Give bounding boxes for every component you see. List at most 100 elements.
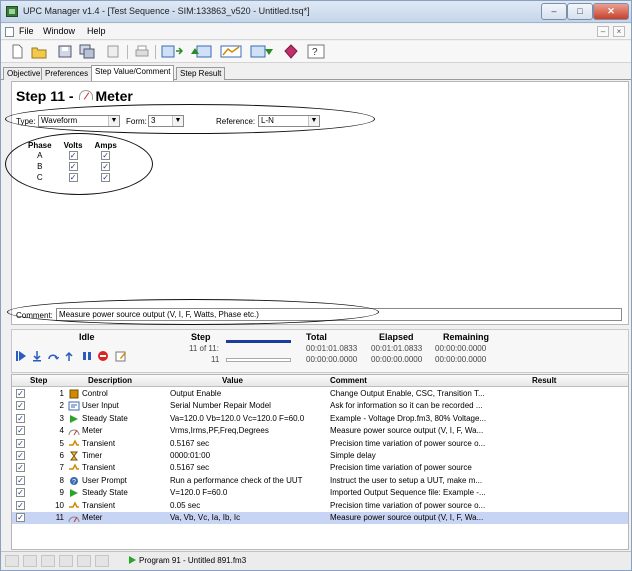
row-step-number: 10 bbox=[55, 500, 64, 510]
close-button[interactable]: ✕ bbox=[593, 3, 629, 20]
step-down-icon[interactable] bbox=[249, 44, 273, 59]
toolbar-separator bbox=[155, 45, 156, 59]
volts-checkbox[interactable]: ✓ bbox=[68, 173, 78, 182]
save-icon[interactable] bbox=[57, 44, 73, 59]
total-header: Total bbox=[306, 332, 327, 342]
volts-checkbox[interactable]: ✓ bbox=[68, 151, 78, 160]
step-over-icon[interactable] bbox=[47, 350, 59, 362]
table-row[interactable]: ✓ 9 Steady State V=120.0 F=60.0 Imported Out… bbox=[12, 487, 628, 499]
row-enabled-checkbox[interactable]: ✓ bbox=[16, 475, 25, 485]
row-enabled-checkbox[interactable]: ✓ bbox=[16, 426, 25, 436]
row-enabled-checkbox[interactable]: ✓ bbox=[16, 401, 25, 411]
type-dropdown[interactable]: Waveform ▼ bbox=[38, 115, 120, 127]
table-row[interactable]: ✓ 10 Transient 0.05 sec Precision time varia… bbox=[12, 500, 628, 512]
row-step-number: 4 bbox=[59, 426, 64, 436]
remaining-time-1: 00:00:00.0000 bbox=[435, 344, 487, 353]
insert-step-icon[interactable] bbox=[161, 44, 183, 59]
menu-file[interactable]: File bbox=[19, 26, 34, 36]
tab-step-result[interactable]: Step Result bbox=[176, 67, 226, 80]
properties-icon[interactable] bbox=[105, 44, 121, 59]
chart-icon[interactable] bbox=[219, 44, 243, 59]
phase-table: Phase Volts Amps A ✓ ✓ B ✓ ✓ C ✓ ✓ bbox=[22, 140, 123, 183]
open-folder-icon[interactable] bbox=[31, 44, 47, 59]
row-step-number: 11 bbox=[55, 513, 64, 522]
run-state: Idle bbox=[79, 332, 95, 342]
col-step: Step bbox=[30, 376, 48, 385]
table-row[interactable]: ✓ 11 Meter Va, Vb, Vc, Ia, Ib, Ic Measure po… bbox=[12, 512, 628, 524]
mdi-minimize-button[interactable]: – bbox=[597, 26, 609, 37]
row-comment: Measure power source output (V, I, F, Wa… bbox=[330, 513, 484, 522]
title-bar: UPC Manager v1.4 - [Test Sequence - SIM:… bbox=[1, 1, 631, 23]
step-current: 11 bbox=[211, 355, 220, 364]
amps-checkbox[interactable]: ✓ bbox=[101, 162, 111, 171]
tab-step-value-comment[interactable]: Step Value/Comment bbox=[91, 65, 175, 81]
table-row[interactable]: ✓ 6 Timer 0000:01:00 Simple delay bbox=[12, 450, 628, 462]
row-step-number: 5 bbox=[59, 438, 64, 448]
table-row[interactable]: ✓ 4 Meter Vrms,Irms,PF,Freq,Degrees Measure … bbox=[12, 425, 628, 437]
menu-help[interactable]: Help bbox=[87, 26, 106, 36]
row-enabled-checkbox[interactable]: ✓ bbox=[16, 488, 25, 498]
amps-checkbox[interactable]: ✓ bbox=[101, 173, 111, 182]
step-header: Step bbox=[191, 332, 211, 342]
document-icon bbox=[5, 27, 14, 37]
row-comment: Example - Voltage Drop.fm3, 80% Voltage.… bbox=[330, 413, 487, 423]
table-row[interactable]: ✓ 5 Transient 0.5167 sec Precision time vari… bbox=[12, 438, 628, 450]
row-enabled-checkbox[interactable]: ✓ bbox=[16, 438, 25, 448]
type-label: Type: bbox=[16, 117, 36, 126]
step-into-icon[interactable] bbox=[31, 350, 43, 362]
tab-preferences[interactable]: Preferences bbox=[41, 67, 93, 80]
step-up-icon[interactable] bbox=[189, 44, 213, 59]
status-cell bbox=[77, 555, 91, 567]
col-comment: Comment bbox=[330, 376, 367, 385]
row-comment: Precision time variation of power source bbox=[330, 463, 472, 473]
row-enabled-checkbox[interactable]: ✓ bbox=[16, 463, 25, 473]
table-row[interactable]: ✓ 3 Steady State Va=120.0 Vb=120.0 Vc=120.0… bbox=[12, 413, 628, 425]
row-comment: Simple delay bbox=[330, 451, 376, 460]
gem-icon[interactable] bbox=[283, 44, 299, 59]
form-dropdown[interactable]: 3 ▼ bbox=[148, 115, 184, 127]
elapsed-time-1: 00:01:01.0833 bbox=[371, 344, 423, 353]
pause-icon[interactable] bbox=[81, 350, 93, 362]
remaining-time-2: 00:00:00.0000 bbox=[435, 355, 487, 364]
status-cell bbox=[41, 555, 55, 567]
reference-dropdown[interactable]: L-N ▼ bbox=[258, 115, 320, 127]
transient-icon bbox=[69, 463, 79, 471]
print-icon[interactable] bbox=[134, 44, 150, 59]
volts-checkbox[interactable]: ✓ bbox=[68, 162, 78, 171]
row-enabled-checkbox[interactable]: ✓ bbox=[16, 389, 25, 398]
comment-input[interactable]: Measure power source output (V, I, F, Wa… bbox=[56, 308, 622, 321]
play-icon bbox=[129, 556, 136, 564]
total-time-2: 00:00:00.0000 bbox=[306, 355, 358, 364]
row-value: 0.5167 sec bbox=[170, 438, 210, 448]
stop-icon[interactable] bbox=[97, 350, 109, 362]
minimize-button[interactable]: – bbox=[541, 3, 567, 20]
edit-icon[interactable] bbox=[115, 350, 127, 362]
save-all-icon[interactable] bbox=[79, 44, 95, 59]
row-enabled-checkbox[interactable]: ✓ bbox=[16, 500, 25, 510]
row-enabled-checkbox[interactable]: ✓ bbox=[16, 513, 25, 522]
row-enabled-checkbox[interactable]: ✓ bbox=[16, 451, 25, 460]
row-comment: Change Output Enable, CSC, Transition T.… bbox=[330, 389, 485, 398]
step-out-icon[interactable] bbox=[63, 350, 75, 362]
row-value: V=120.0 F=60.0 bbox=[170, 488, 228, 498]
maximize-button[interactable]: □ bbox=[567, 3, 593, 20]
user-prompt-icon: ? bbox=[70, 476, 78, 486]
table-row[interactable]: ✓ 2 User Input Serial Number Repair Model As… bbox=[12, 400, 628, 412]
menu-window[interactable]: Window bbox=[43, 26, 75, 36]
table-row[interactable]: ✓ 1 Control Output Enable Change Output Enab… bbox=[12, 388, 628, 400]
run-icon[interactable] bbox=[15, 350, 27, 362]
chevron-down-icon: ▼ bbox=[172, 116, 183, 126]
new-file-icon[interactable] bbox=[9, 44, 25, 59]
reference-value: L-N bbox=[261, 116, 274, 125]
sequence-grid: Step Description Value Comment Result ✓ 1… bbox=[11, 374, 629, 550]
tab-objective[interactable]: Objective bbox=[3, 67, 45, 80]
row-comment: Precision time variation of power source… bbox=[330, 438, 486, 448]
help-icon[interactable]: ? bbox=[307, 44, 325, 59]
amps-checkbox[interactable]: ✓ bbox=[101, 151, 111, 160]
table-row[interactable]: ✓ 7 Transient 0.5167 sec Precision time vari… bbox=[12, 462, 628, 474]
row-enabled-checkbox[interactable]: ✓ bbox=[16, 413, 25, 423]
mdi-close-button[interactable]: × bbox=[613, 26, 625, 37]
transient-icon bbox=[69, 500, 79, 508]
remaining-header: Remaining bbox=[443, 332, 490, 342]
table-row[interactable]: ✓ 8? User Prompt Run a performance check of… bbox=[12, 475, 628, 487]
